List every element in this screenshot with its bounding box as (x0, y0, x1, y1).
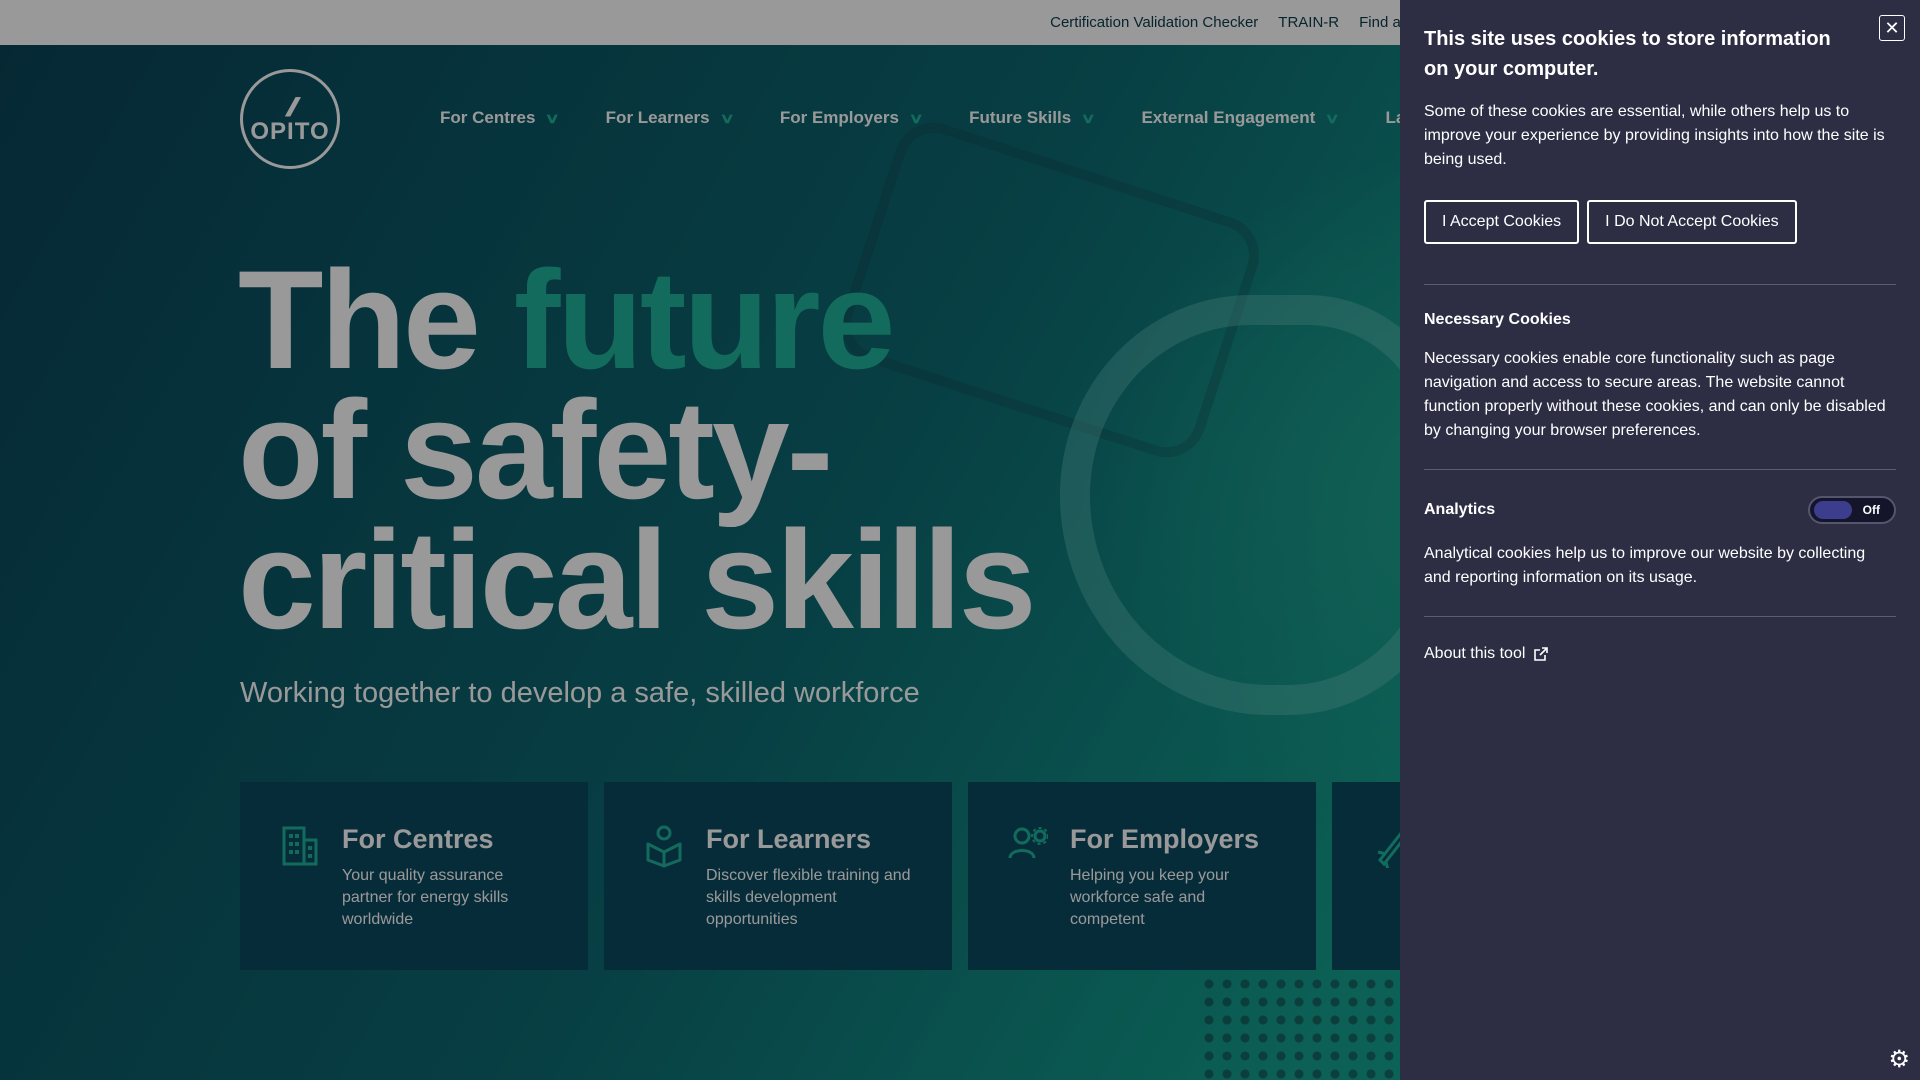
necessary-cookies-heading: Necessary Cookies (1424, 311, 1896, 329)
toggle-knob (1814, 501, 1852, 519)
gear-icon: ⚙ (1888, 1046, 1910, 1073)
cookie-control-panel: This site uses cookies to store informat… (1400, 0, 1920, 1080)
close-cookie-panel-button[interactable]: ✕ (1879, 15, 1905, 41)
toggle-state-label: Off (1862, 503, 1880, 517)
analytics-description: Analytical cookies help us to improve ou… (1424, 545, 1866, 586)
cookie-panel-intro: Some of these cookies are essential, whi… (1424, 103, 1885, 168)
cookie-action-buttons: I Accept Cookies I Do Not Accept Cookies (1424, 200, 1896, 244)
necessary-cookies-title: Necessary Cookies (1424, 311, 1571, 328)
about-link-label: About this tool (1424, 645, 1526, 662)
analytics-toggle[interactable]: Off (1808, 496, 1896, 524)
accept-cookies-button[interactable]: I Accept Cookies (1424, 200, 1580, 244)
external-link-icon (1534, 647, 1549, 661)
close-icon: ✕ (1884, 17, 1900, 38)
analytics-title: Analytics (1424, 501, 1496, 518)
panel-divider (1424, 469, 1896, 470)
cookie-panel-title: This site uses cookies to store informat… (1424, 28, 1831, 80)
reject-cookies-button[interactable]: I Do Not Accept Cookies (1587, 200, 1797, 244)
about-this-tool-link[interactable]: About this tool (1424, 645, 1896, 663)
panel-divider (1424, 616, 1896, 617)
necessary-cookies-description: Necessary cookies enable core functional… (1424, 350, 1886, 439)
panel-divider (1424, 284, 1896, 285)
analytics-heading: Analytics Off (1424, 496, 1896, 524)
modal-backdrop[interactable] (0, 0, 1400, 1080)
cookie-settings-launcher[interactable]: ⚙ (1840, 1000, 1920, 1080)
